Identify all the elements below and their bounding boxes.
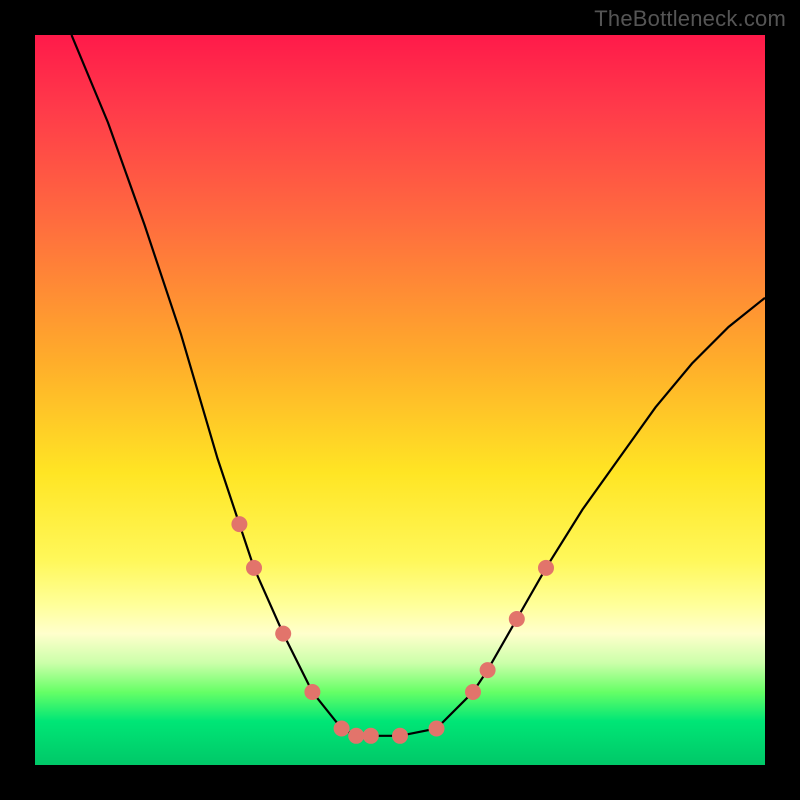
data-marker xyxy=(509,611,525,627)
chart-svg xyxy=(35,35,765,765)
bottleneck-curve xyxy=(72,35,766,736)
data-marker xyxy=(275,626,291,642)
data-marker xyxy=(231,516,247,532)
marker-group xyxy=(231,516,554,744)
data-marker xyxy=(392,728,408,744)
chart-frame: TheBottleneck.com xyxy=(0,0,800,800)
data-marker xyxy=(538,560,554,576)
data-marker xyxy=(304,684,320,700)
data-marker xyxy=(363,728,379,744)
watermark-text: TheBottleneck.com xyxy=(594,6,786,32)
data-marker xyxy=(429,721,445,737)
data-marker xyxy=(334,721,350,737)
data-marker xyxy=(246,560,262,576)
data-marker xyxy=(465,684,481,700)
data-marker xyxy=(348,728,364,744)
plot-area xyxy=(35,35,765,765)
data-marker xyxy=(480,662,496,678)
